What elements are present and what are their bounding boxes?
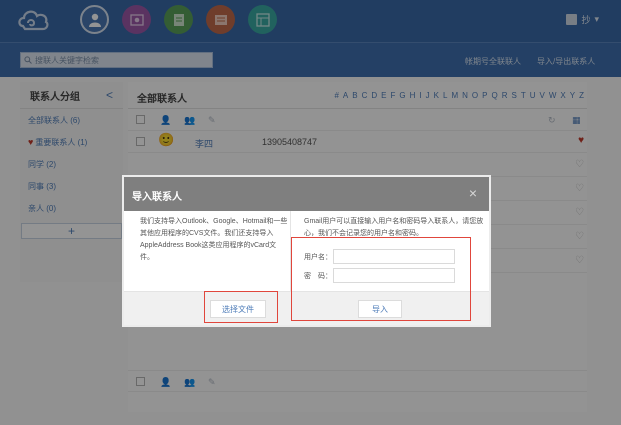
highlight-box-gmail-import — [291, 237, 471, 321]
dialog-title: 导入联系人 — [132, 192, 182, 203]
close-icon[interactable]: × — [469, 185, 477, 201]
highlight-box-choose-file — [204, 291, 278, 323]
file-import-description: 我们支持导入Outlook、Google、Hotmail和一些其他应用程序的CV… — [140, 218, 288, 261]
dialog-header: 导入联系人 × — [124, 177, 489, 211]
